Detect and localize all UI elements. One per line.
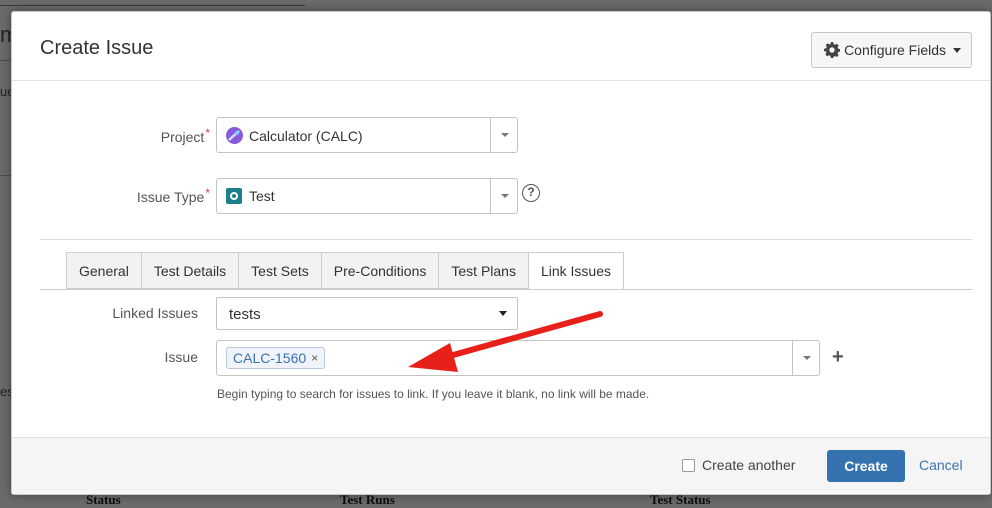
cancel-link[interactable]: Cancel [919, 457, 963, 473]
linked-issues-select[interactable]: tests [216, 297, 518, 330]
linked-issues-label: Linked Issues [112, 305, 198, 321]
issue-label: Issue [164, 349, 198, 365]
tab-link-issues[interactable]: Link Issues [527, 252, 625, 290]
issue-chip: CALC-1560 × [226, 347, 326, 369]
chevron-down-icon [501, 133, 509, 137]
linked-issues-value: tests [229, 306, 261, 323]
issue-type-select[interactable]: Test [216, 178, 518, 214]
test-issue-type-icon [226, 188, 242, 204]
create-another-label[interactable]: Create another [702, 457, 795, 473]
plus-icon[interactable]: + [832, 346, 844, 369]
issue-hint-text: Begin typing to search for issues to lin… [217, 387, 650, 401]
create-button[interactable]: Create [827, 450, 905, 482]
chevron-down-icon [803, 356, 811, 360]
project-avatar-icon [226, 127, 243, 144]
configure-fields-button[interactable]: Configure Fields [811, 32, 972, 68]
chevron-down-icon [501, 194, 509, 198]
section-divider [40, 239, 972, 240]
dialog-title: Create Issue [40, 37, 154, 59]
issue-chip-key[interactable]: CALC-1560 [233, 350, 306, 366]
issue-type-dropdown-toggle[interactable] [490, 179, 517, 213]
tab-test-details[interactable]: Test Details [140, 252, 239, 289]
tab-bar: General Test Details Test Sets Pre-Condi… [66, 252, 625, 290]
tab-general[interactable]: General [66, 252, 141, 289]
project-select[interactable]: Calculator (CALC) [216, 117, 518, 153]
required-marker: * [205, 126, 210, 140]
configure-fields-label: Configure Fields [844, 42, 946, 58]
gear-icon [824, 42, 841, 58]
create-issue-dialog: Create Issue Configure Fields Project* C… [11, 11, 991, 495]
create-another-checkbox[interactable] [682, 459, 695, 472]
project-label: Project* [160, 126, 210, 145]
required-marker: * [205, 186, 210, 200]
dialog-header: Create Issue Configure Fields [12, 12, 990, 81]
help-icon[interactable]: ? [522, 184, 540, 202]
tab-baseline [40, 289, 972, 290]
tab-test-plans[interactable]: Test Plans [438, 252, 528, 289]
tab-pre-conditions[interactable]: Pre-Conditions [320, 252, 439, 289]
close-icon[interactable]: × [311, 351, 318, 365]
issue-type-value: Test [249, 188, 275, 204]
tab-test-sets[interactable]: Test Sets [238, 252, 321, 289]
project-value: Calculator (CALC) [249, 127, 363, 144]
dialog-footer: Create another Create Cancel [12, 437, 990, 494]
issue-dropdown-toggle[interactable] [792, 341, 819, 375]
chevron-down-icon [953, 47, 961, 53]
issue-type-label: Issue Type* [136, 186, 210, 205]
chevron-down-icon [499, 311, 507, 316]
issue-picker-input[interactable]: CALC-1560 × [216, 340, 820, 376]
project-dropdown-toggle[interactable] [490, 118, 517, 152]
